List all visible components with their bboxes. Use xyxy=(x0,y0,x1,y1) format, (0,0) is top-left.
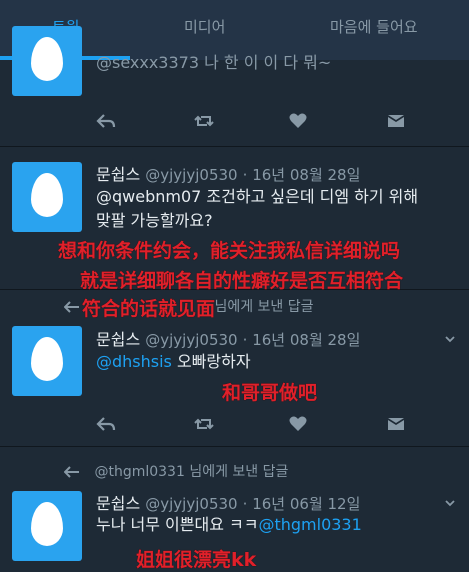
annotation-text: 符合的话就见面 xyxy=(82,298,216,320)
tweet-body: 오빠랑하자 xyxy=(176,352,251,371)
tweet-item[interactable]: 님에게 보낸 답글 문쉽스 @yjyjyj0530 · 16년 08월 28일 … xyxy=(0,290,469,447)
direct-message-icon[interactable] xyxy=(386,414,406,434)
egg-icon xyxy=(31,37,63,81)
heart-icon[interactable] xyxy=(288,414,308,434)
avatar[interactable] xyxy=(12,162,82,232)
tweet-author: 문쉽스 @yjyjyj0530 · 16년 08월 28일 xyxy=(96,326,360,350)
tweet-text: @dhshsis 오빠랑하자 xyxy=(96,350,251,374)
tweet-body: 누나 너무 이쁜대요 ㅋㅋ xyxy=(96,515,259,534)
chevron-down-icon[interactable] xyxy=(445,334,455,344)
mention-link[interactable]: @dhshsis xyxy=(96,352,172,371)
egg-icon xyxy=(31,502,63,546)
reply-arrow-icon xyxy=(63,301,79,313)
reply-context-handle[interactable]: @thgml0331 xyxy=(94,464,184,480)
mention-link[interactable]: @thgml0331 xyxy=(258,515,361,534)
tweet-item[interactable]: @sexxx3373 나 한 이 이 다 뭐~ xyxy=(0,26,469,147)
egg-icon xyxy=(31,337,63,381)
tweet-date[interactable]: · 16년 08월 28일 xyxy=(243,331,361,349)
tweet-text: 누나 너무 이쁜대요 ㅋㅋ@thgml0331 xyxy=(96,513,362,537)
reply-context-label: 님에게 보낸 답글 xyxy=(189,464,289,480)
tweet-date[interactable]: · 16년 06월 12일 xyxy=(243,495,361,513)
tweet-text-line: @qwebnm07 조건하고 싶은데 디엠 하기 위해 xyxy=(96,187,419,206)
display-name[interactable]: 문쉽스 xyxy=(96,165,140,184)
tab-likes[interactable]: 마음에 들어요 xyxy=(330,16,418,37)
reply-arrow-icon xyxy=(63,466,79,478)
reply-context-label: 님에게 보낸 답글 xyxy=(214,299,314,315)
tweet-text: @qwebnm07 조건하고 싶은데 디엠 하기 위해 맞팔 가능할까요? xyxy=(96,185,418,233)
annotation-text: 就是详细聊各自的性癖好是否互相符合 xyxy=(80,270,404,292)
tweet-author: 문쉽스 @yjyjyj0530 · 16년 06월 12일 xyxy=(96,490,360,514)
tweet-date[interactable]: · 16년 08월 28일 xyxy=(243,166,361,184)
tweet-actions xyxy=(96,414,456,434)
reply-context: @thgml0331 님에게 보낸 답글 xyxy=(63,461,289,481)
tweet-text-line: 맞팔 가능할까요? xyxy=(96,211,213,230)
retweet-icon[interactable] xyxy=(194,111,214,131)
reply-icon[interactable] xyxy=(96,111,116,131)
annotation-text: 姐姐很漂亮kk xyxy=(136,549,257,571)
avatar[interactable] xyxy=(12,491,82,561)
chevron-down-icon[interactable] xyxy=(445,498,455,508)
annotation-text: 想和你条件约会，能关注我私信详细说吗 xyxy=(58,240,401,262)
retweet-icon[interactable] xyxy=(194,414,214,434)
tab-media[interactable]: 미디어 xyxy=(184,16,225,37)
reply-icon[interactable] xyxy=(96,414,116,434)
heart-icon[interactable] xyxy=(288,111,308,131)
display-name[interactable]: 문쉽스 xyxy=(96,330,140,349)
user-handle[interactable]: @yjyjyj0530 xyxy=(145,495,237,513)
display-name[interactable]: 문쉽스 xyxy=(96,494,140,513)
tweet-text: @sexxx3373 나 한 이 이 다 뭐~ xyxy=(96,53,332,72)
tweet-item[interactable]: @thgml0331 님에게 보낸 답글 문쉽스 @yjyjyj0530 · 1… xyxy=(0,447,469,561)
egg-icon xyxy=(31,173,63,217)
annotation-text: 和哥哥做吧 xyxy=(222,382,318,404)
avatar[interactable] xyxy=(12,326,82,396)
avatar[interactable] xyxy=(12,26,82,96)
user-handle[interactable]: @yjyjyj0530 xyxy=(145,331,237,349)
tweet-actions xyxy=(96,111,456,131)
direct-message-icon[interactable] xyxy=(386,111,406,131)
user-handle[interactable]: @yjyjyj0530 xyxy=(145,166,237,184)
tweet-author: 문쉽스 @yjyjyj0530 · 16년 08월 28일 xyxy=(96,161,360,185)
